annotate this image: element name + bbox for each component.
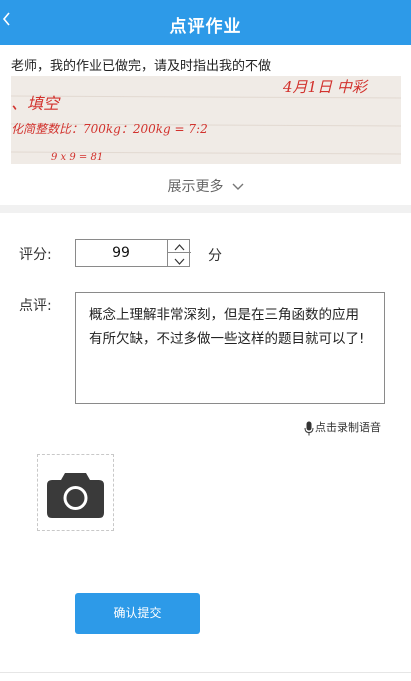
student-message: 老师，我的作业已做完，请及时指出我的不做 <box>11 59 272 74</box>
handwriting-line-2: 化简整数比：700kg：200kg = 7:2 <box>11 122 208 136</box>
score-value[interactable]: 99 <box>76 245 166 261</box>
page-title: 点评作业 <box>169 17 242 37</box>
handwriting-corner: 4月1日 中彩 <box>282 78 369 96</box>
top-nav-bar: 点评作业 <box>0 0 411 45</box>
score-label: 评分: <box>19 247 52 263</box>
increment-button[interactable] <box>168 239 191 253</box>
add-photo-button[interactable] <box>37 454 114 531</box>
comment-label: 点评: <box>19 298 52 314</box>
score-input[interactable]: 99 <box>75 239 191 267</box>
handwriting-line-3: 9 x 9 = 81 <box>51 152 103 163</box>
record-voice-button[interactable]: 点击录制语音 <box>304 419 381 436</box>
comment-textarea[interactable]: 概念上理解非常深刻，但是在三角函数的应用有所欠缺，不过多做一些这样的题目就可以了… <box>75 292 385 404</box>
show-more-label: 展示更多 <box>167 179 224 195</box>
score-stepper[interactable] <box>167 239 191 267</box>
record-voice-label: 点击录制语音 <box>315 421 381 434</box>
microphone-icon <box>304 421 314 435</box>
chevron-down-icon <box>232 179 244 195</box>
handwriting-line-1: 、填空 <box>11 94 61 113</box>
bottom-divider <box>0 672 411 673</box>
decrement-button[interactable] <box>168 253 191 266</box>
section-divider <box>0 205 411 213</box>
score-unit: 分 <box>208 248 222 264</box>
submit-button[interactable]: 确认提交 <box>75 593 200 634</box>
show-more-button[interactable]: 展示更多 <box>0 176 411 196</box>
homework-photo[interactable]: 、填空 化简整数比：700kg：200kg = 7:2 9 x 9 = 81 4… <box>11 76 401 164</box>
camera-icon <box>47 473 104 518</box>
